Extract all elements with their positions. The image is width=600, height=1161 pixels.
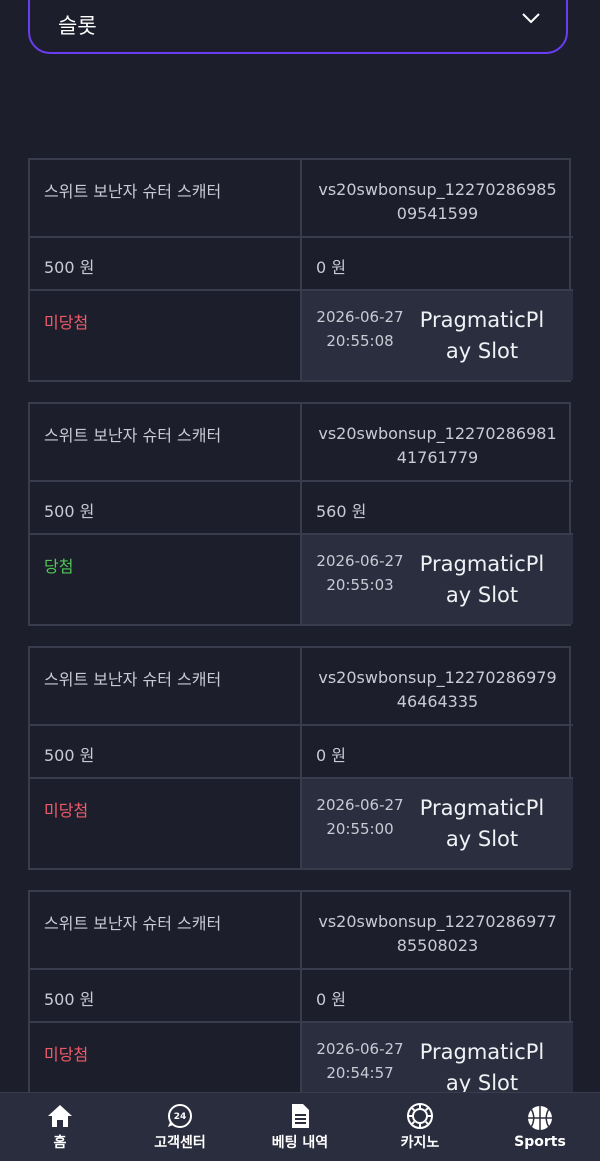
dropdown-selected-value: 슬롯 (58, 14, 97, 38)
nav-casino-label: 카지노 (400, 1135, 440, 1151)
bet-record: 스위트 보난자 슈터 스캐터 vs20swbonsup_122702869778… (28, 890, 573, 1114)
game-provider: PragmaticPlay Slot (419, 796, 545, 851)
win-amount: 0 원 (302, 970, 573, 1023)
nav-support-label: 고객센터 (154, 1135, 206, 1151)
bet-record: 스위트 보난자 슈터 스캐터 vs20swbonsup_122702869850… (28, 158, 573, 382)
status-cell: 미당첨 (30, 779, 302, 868)
betting-history-list: 스위트 보난자 슈터 스캐터 vs20swbonsup_122702869850… (28, 158, 573, 1134)
bet-time: 20:55:00 (326, 820, 394, 838)
nav-betting-history[interactable]: 베팅 내역 (250, 1102, 350, 1152)
bet-datetime: 2026-06-27 20:55:08 (314, 305, 406, 380)
svg-text:24: 24 (174, 1112, 187, 1122)
basketball-icon (528, 1106, 552, 1130)
chevron-down-icon (522, 13, 540, 24)
game-round-id: vs20swbonsup_1227028698509541599 (302, 160, 573, 238)
nav-home-label: 홈 (53, 1135, 67, 1151)
game-name: 스위트 보난자 슈터 스캐터 (30, 404, 302, 482)
status-badge: 미당첨 (44, 313, 89, 332)
game-name: 스위트 보난자 슈터 스캐터 (30, 648, 302, 726)
status-badge: 미당첨 (44, 801, 89, 820)
bet-date: 2026-06-27 (316, 796, 404, 814)
nav-sports-label: Sports (514, 1134, 566, 1150)
bet-amount: 500 원 (30, 238, 302, 291)
game-provider: PragmaticPlay Slot (419, 308, 545, 363)
status-badge: 미당첨 (44, 1045, 89, 1064)
bet-amount: 500 원 (30, 726, 302, 779)
status-badge: 당첨 (44, 557, 74, 576)
game-round-id: vs20swbonsup_1227028698141761779 (302, 404, 573, 482)
win-amount: 0 원 (302, 238, 573, 291)
status-cell: 미당첨 (30, 291, 302, 380)
support-24-icon: 24 (168, 1104, 192, 1128)
bet-date: 2026-06-27 (316, 1040, 404, 1058)
bet-time: 20:54:57 (326, 1064, 394, 1082)
nav-support[interactable]: 24 고객센터 (130, 1102, 230, 1152)
nav-home[interactable]: 홈 (10, 1102, 110, 1152)
bet-meta: 2026-06-27 20:55:03 PragmaticPlay Slot (302, 535, 573, 624)
win-amount: 560 원 (302, 482, 573, 535)
casino-chip-icon (407, 1103, 433, 1129)
bet-time: 20:55:03 (326, 576, 394, 594)
bet-datetime: 2026-06-27 20:55:03 (314, 549, 406, 624)
game-name: 스위트 보난자 슈터 스캐터 (30, 160, 302, 238)
game-name: 스위트 보난자 슈터 스캐터 (30, 892, 302, 970)
status-cell: 당첨 (30, 535, 302, 624)
bet-record: 스위트 보난자 슈터 스캐터 vs20swbonsup_122702869794… (28, 646, 573, 870)
win-amount: 0 원 (302, 726, 573, 779)
nav-sports[interactable]: Sports (490, 1104, 590, 1150)
bet-record: 스위트 보난자 슈터 스캐터 vs20swbonsup_122702869814… (28, 402, 573, 626)
bet-meta: 2026-06-27 20:55:08 PragmaticPlay Slot (302, 291, 573, 380)
home-icon (48, 1105, 72, 1127)
bet-datetime: 2026-06-27 20:55:00 (314, 793, 406, 868)
bet-time: 20:55:08 (326, 332, 394, 350)
game-type-dropdown[interactable]: 슬롯 (28, 0, 568, 54)
document-icon (292, 1104, 309, 1128)
game-provider: PragmaticPlay Slot (419, 552, 545, 607)
bet-meta: 2026-06-27 20:55:00 PragmaticPlay Slot (302, 779, 573, 868)
bet-date: 2026-06-27 (316, 552, 404, 570)
nav-casino[interactable]: 카지노 (370, 1102, 470, 1152)
bet-amount: 500 원 (30, 482, 302, 535)
nav-betting-history-label: 베팅 내역 (271, 1135, 329, 1151)
game-round-id: vs20swbonsup_1227028697946464335 (302, 648, 573, 726)
bet-date: 2026-06-27 (316, 308, 404, 326)
game-round-id: vs20swbonsup_1227028697785508023 (302, 892, 573, 970)
bet-amount: 500 원 (30, 970, 302, 1023)
bottom-navigation: 홈 24 고객센터 베팅 내역 카지노 Sports (0, 1092, 600, 1161)
